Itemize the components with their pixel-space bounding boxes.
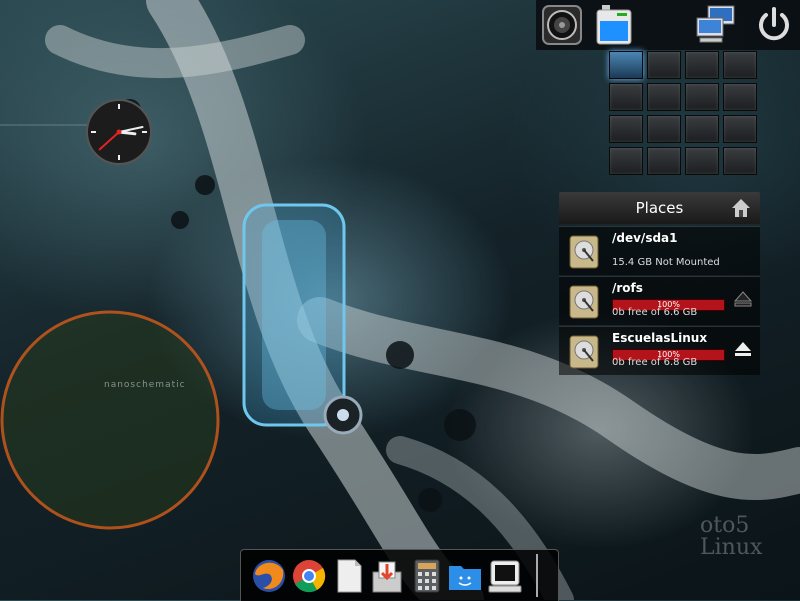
hard-drive-icon bbox=[569, 285, 599, 319]
places-header: Places bbox=[559, 192, 760, 224]
workspace-1[interactable] bbox=[609, 51, 643, 79]
place-name: /rofs bbox=[612, 281, 643, 295]
watermark: oto5 Linux bbox=[700, 515, 762, 559]
text-editor-icon[interactable] bbox=[331, 558, 367, 594]
top-panel bbox=[536, 0, 800, 50]
workspace-15[interactable] bbox=[685, 147, 719, 175]
watermark-line2: Linux bbox=[700, 535, 763, 560]
workspace-7[interactable] bbox=[685, 83, 719, 111]
place-info: 0b free of 6.8 GB bbox=[612, 357, 698, 368]
calculator-icon[interactable] bbox=[409, 558, 445, 594]
workspace-4[interactable] bbox=[723, 51, 757, 79]
terminal-icon[interactable] bbox=[487, 558, 523, 594]
workspace-11[interactable] bbox=[685, 115, 719, 143]
workspace-3[interactable] bbox=[685, 51, 719, 79]
analog-clock-widget bbox=[86, 99, 152, 165]
workspace-6[interactable] bbox=[647, 83, 681, 111]
workspace-12[interactable] bbox=[723, 115, 757, 143]
workspace-14[interactable] bbox=[647, 147, 681, 175]
firefox-icon[interactable] bbox=[251, 558, 287, 594]
workspace-switcher bbox=[609, 51, 761, 179]
network-icon[interactable] bbox=[694, 3, 738, 47]
watermark-line1: oto5 bbox=[700, 513, 750, 538]
speaker-volume-icon[interactable] bbox=[540, 3, 584, 47]
hard-drive-icon bbox=[569, 235, 599, 269]
power-icon[interactable] bbox=[752, 3, 796, 47]
battery-icon[interactable] bbox=[592, 3, 636, 47]
place-name: EscuelasLinux bbox=[612, 331, 708, 345]
dock bbox=[240, 549, 559, 601]
places-widget: Places /dev/sda1 15.4 GB Not Mounted /ro… bbox=[559, 192, 760, 380]
workspace-16[interactable] bbox=[723, 147, 757, 175]
place-name: /dev/sda1 bbox=[612, 231, 678, 245]
workspace-13[interactable] bbox=[609, 147, 643, 175]
eject-icon[interactable] bbox=[734, 291, 752, 307]
hard-drive-icon bbox=[569, 335, 599, 369]
dock-separator bbox=[536, 554, 538, 597]
workspace-9[interactable] bbox=[609, 115, 643, 143]
home-icon[interactable] bbox=[730, 197, 752, 219]
workspace-8[interactable] bbox=[723, 83, 757, 111]
place-info: 0b free of 6.6 GB bbox=[612, 307, 698, 318]
software-installer-icon[interactable] bbox=[369, 558, 405, 594]
eject-icon[interactable] bbox=[734, 341, 752, 357]
place-item-rofs[interactable]: /rofs 100% 0b free of 6.6 GB bbox=[559, 276, 760, 325]
places-title: Places bbox=[635, 199, 684, 217]
workspace-5[interactable] bbox=[609, 83, 643, 111]
desktop-decor-label: nanoschematic bbox=[104, 380, 186, 390]
workspace-10[interactable] bbox=[647, 115, 681, 143]
place-item-escuelaslinux[interactable]: EscuelasLinux 100% 0b free of 6.8 GB bbox=[559, 326, 760, 375]
place-item-sda1[interactable]: /dev/sda1 15.4 GB Not Mounted bbox=[559, 226, 760, 275]
place-info: 15.4 GB Not Mounted bbox=[612, 257, 720, 268]
file-manager-icon[interactable] bbox=[447, 558, 483, 594]
workspace-2[interactable] bbox=[647, 51, 681, 79]
chrome-icon[interactable] bbox=[291, 558, 327, 594]
